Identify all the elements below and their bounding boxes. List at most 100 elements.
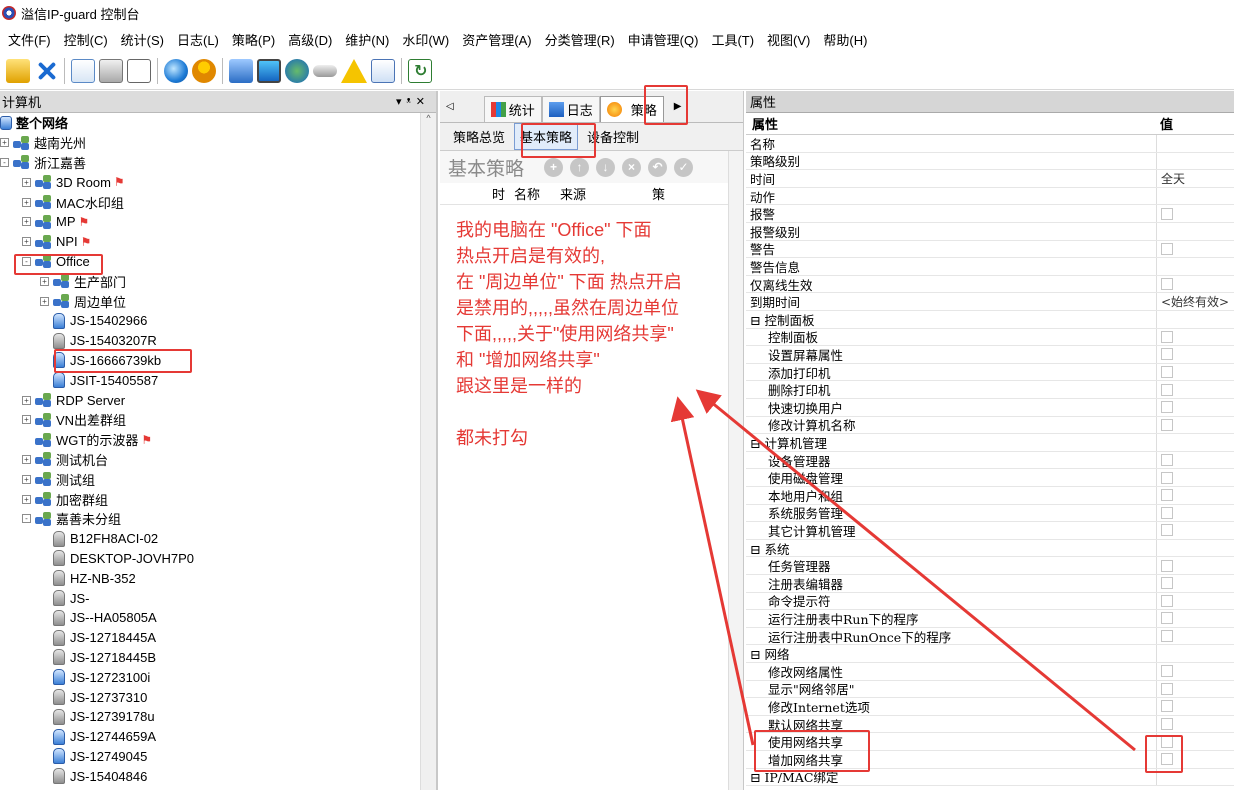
property-row[interactable]: 设备管理器 xyxy=(746,451,1234,470)
open-icon[interactable] xyxy=(6,58,30,83)
property-value[interactable] xyxy=(1156,311,1234,328)
property-checkbox[interactable] xyxy=(1161,366,1173,379)
property-row[interactable]: 使用磁盘管理 xyxy=(746,469,1234,487)
menu-item-12[interactable]: 视图(V) xyxy=(767,30,810,49)
tree-node[interactable]: + NPI ⚑ xyxy=(22,232,91,252)
move-up-icon[interactable]: ↑ xyxy=(570,157,590,177)
property-value[interactable] xyxy=(1156,187,1234,205)
menu-item-0[interactable]: 文件(F) xyxy=(8,30,51,49)
tab-scroll-left-icon[interactable]: ◁ xyxy=(446,101,454,112)
property-row[interactable]: ⊟ 网络 xyxy=(746,645,1234,663)
property-checkbox[interactable] xyxy=(1161,471,1173,484)
expand-icon[interactable]: + xyxy=(22,217,31,227)
scroll-up-icon[interactable]: ^ xyxy=(421,113,436,123)
property-row[interactable]: 仅离线生效 xyxy=(746,275,1234,294)
property-row[interactable]: 策略级别 xyxy=(746,152,1234,171)
property-checkbox[interactable] xyxy=(1161,506,1173,519)
property-row[interactable]: 运行注册表中Run下的程序 xyxy=(746,610,1234,628)
expand-icon[interactable]: + xyxy=(22,454,31,464)
property-value[interactable] xyxy=(1156,627,1234,645)
menu-item-1[interactable]: 控制(C) xyxy=(64,30,108,49)
menu-item-13[interactable]: 帮助(H) xyxy=(823,30,867,49)
expand-icon[interactable]: + xyxy=(40,296,49,306)
tree-node[interactable]: + 测试机台 xyxy=(22,450,108,470)
property-row[interactable]: 命令提示符 xyxy=(746,592,1234,611)
property-checkbox[interactable] xyxy=(1161,630,1173,643)
property-row[interactable]: 报警 xyxy=(746,205,1234,223)
property-row[interactable]: 警告信息 xyxy=(746,258,1234,276)
menu-item-3[interactable]: 日志(L) xyxy=(177,30,219,49)
property-checkbox[interactable] xyxy=(1161,330,1173,343)
property-value[interactable] xyxy=(1156,487,1234,504)
tree-node[interactable]: - 嘉善未分组 xyxy=(22,509,121,529)
property-row[interactable]: 动作 xyxy=(746,187,1234,206)
property-value[interactable] xyxy=(1156,698,1234,715)
property-checkbox[interactable] xyxy=(1161,559,1173,572)
property-value[interactable] xyxy=(1156,205,1234,222)
disk-icon[interactable] xyxy=(313,64,337,77)
menu-item-7[interactable]: 水印(W) xyxy=(402,30,449,49)
tree-node[interactable]: JS- xyxy=(40,588,90,608)
tree-node[interactable]: JS-12749045 xyxy=(40,747,147,767)
tree-scrollbar[interactable]: ^ xyxy=(420,113,436,790)
add-icon[interactable]: + xyxy=(544,157,564,177)
property-row[interactable]: 本地用户和组 xyxy=(746,487,1234,505)
delete-icon[interactable]: × xyxy=(622,157,642,177)
property-checkbox[interactable] xyxy=(1161,612,1173,625)
refresh-icon[interactable] xyxy=(408,58,432,83)
tree-node[interactable]: + 越南光州 xyxy=(0,133,86,153)
tree-node[interactable]: JS-12718445A xyxy=(40,628,156,648)
warning-icon[interactable] xyxy=(341,58,367,83)
tree-node[interactable]: DESKTOP-JOVH7P0 xyxy=(40,549,194,569)
property-checkbox[interactable] xyxy=(1161,700,1173,713)
property-row[interactable]: 系统服务管理 xyxy=(746,504,1234,523)
property-row[interactable]: 其它计算机管理 xyxy=(746,522,1234,540)
property-value[interactable] xyxy=(1156,557,1234,574)
delete-icon[interactable] xyxy=(34,59,58,83)
tree-node[interactable]: JS-15403207R xyxy=(40,331,157,351)
tree-node[interactable]: JS-12723100i xyxy=(40,667,150,687)
property-checkbox[interactable] xyxy=(1161,401,1173,414)
print-preview-icon[interactable] xyxy=(127,58,151,83)
property-row[interactable]: 名称 xyxy=(746,135,1234,153)
property-row[interactable]: ⊟ 系统 xyxy=(746,539,1234,558)
property-row[interactable]: 注册表编辑器 xyxy=(746,575,1234,593)
property-row[interactable]: ⊟ 计算机管理 xyxy=(746,434,1234,452)
property-value[interactable] xyxy=(1156,663,1234,680)
subtab-overview[interactable]: 策略总览 xyxy=(448,124,510,149)
pin-icon[interactable]: ᵜ xyxy=(406,96,415,108)
column-policy[interactable]: 策 xyxy=(652,184,665,203)
property-value[interactable] xyxy=(1156,645,1234,662)
property-value[interactable] xyxy=(1156,363,1234,381)
property-value[interactable] xyxy=(1156,328,1234,346)
tree-node[interactable]: JS-15404846 xyxy=(40,766,147,786)
tree-node[interactable]: + VN出差群组 xyxy=(22,410,126,430)
dropdown-icon[interactable]: ▾ xyxy=(396,96,407,108)
property-value[interactable] xyxy=(1156,381,1234,398)
property-checkbox[interactable] xyxy=(1161,718,1173,731)
property-row[interactable]: 修改网络属性 xyxy=(746,663,1234,681)
expand-icon[interactable]: + xyxy=(0,138,9,148)
property-checkbox[interactable] xyxy=(1161,418,1173,431)
tree-node[interactable]: + MP ⚑ xyxy=(22,212,89,232)
property-value[interactable] xyxy=(1156,240,1234,258)
property-row[interactable]: 任务管理器 xyxy=(746,557,1234,575)
property-row[interactable]: 修改计算机名称 xyxy=(746,416,1234,435)
property-row[interactable]: 删除打印机 xyxy=(746,381,1234,399)
menu-item-2[interactable]: 统计(S) xyxy=(121,30,164,49)
property-value[interactable] xyxy=(1156,399,1234,416)
property-checkbox[interactable] xyxy=(1161,577,1173,590)
tree-node[interactable]: HZ-NB-352 xyxy=(40,568,136,588)
property-row[interactable]: 修改Internet选项 xyxy=(746,698,1234,716)
property-value[interactable] xyxy=(1156,451,1234,469)
property-value[interactable] xyxy=(1156,680,1234,698)
tree-node[interactable]: + 加密群组 xyxy=(22,489,108,509)
property-value[interactable] xyxy=(1156,522,1234,539)
tree-node[interactable]: + 测试组 xyxy=(22,469,95,489)
property-row[interactable]: 添加打印机 xyxy=(746,363,1234,382)
tree-node[interactable]: +3D Room ⚑ xyxy=(22,172,125,192)
property-row[interactable]: 运行注册表中RunOnce下的程序 xyxy=(746,627,1234,646)
tree-node[interactable]: JS--HA05805A xyxy=(40,608,157,628)
menu-item-4[interactable]: 策略(P) xyxy=(232,30,275,49)
expand-icon[interactable]: + xyxy=(22,395,31,405)
